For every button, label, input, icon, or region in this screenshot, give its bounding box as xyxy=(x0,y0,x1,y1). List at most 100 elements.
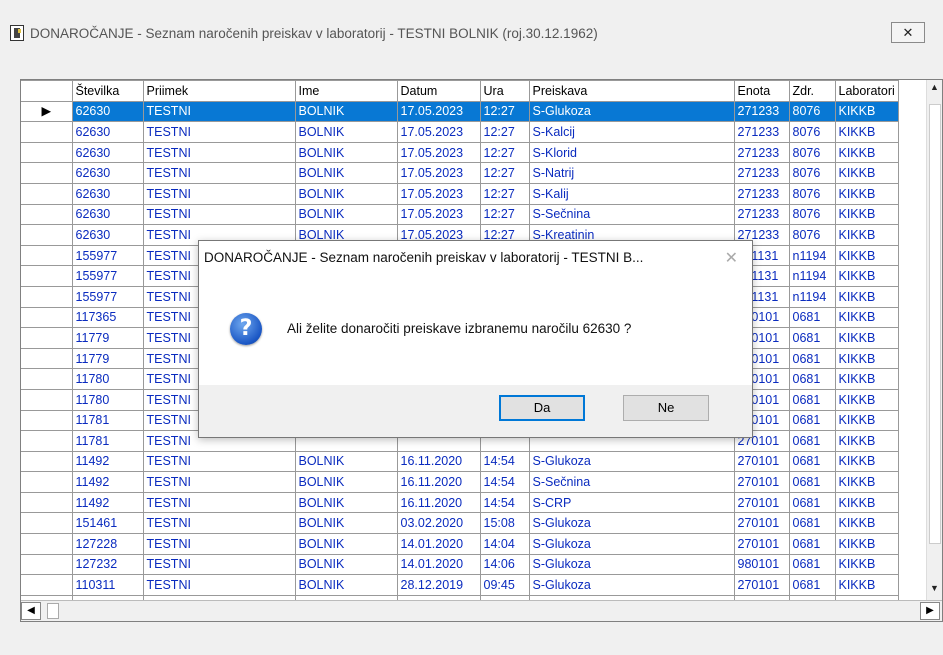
column-header[interactable]: Zdr. xyxy=(788,80,836,102)
table-cell: 11780 xyxy=(71,388,144,411)
table-cell: KIKKB xyxy=(834,553,899,576)
scroll-up-icon[interactable]: ▲ xyxy=(930,82,939,92)
horizontal-scroll-thumb[interactable] xyxy=(47,603,59,619)
column-header[interactable]: Številka xyxy=(71,80,144,102)
table-cell: 14.01.2020 xyxy=(396,553,481,576)
table-cell: 62630 xyxy=(71,100,144,123)
table-cell: 15:08 xyxy=(479,512,530,535)
table-cell: KIKKB xyxy=(834,388,899,411)
table-cell: KIKKB xyxy=(834,574,899,596)
table-cell: 8076 xyxy=(788,182,836,205)
table-cell: 14:06 xyxy=(479,553,530,576)
table-cell: BOLNIK xyxy=(294,203,398,226)
row-indicator xyxy=(21,285,73,308)
window-close-button[interactable]: ✕ xyxy=(891,22,925,43)
table-cell: KIKKB xyxy=(834,141,899,164)
table-cell: 8076 xyxy=(788,224,836,246)
table-row[interactable]: 127232 TESTNI BOLNIK 14.01.2020 14:06 S-Gluko… xyxy=(21,553,899,576)
table-cell: 17.05.2023 xyxy=(396,141,481,164)
column-header[interactable]: Ime xyxy=(294,80,398,102)
table-row[interactable]: 11492 TESTNI BOLNIK 16.11.2020 14:54 S-Sečnin… xyxy=(21,471,899,493)
table-cell: 11779 xyxy=(71,327,144,349)
table-cell: KIKKB xyxy=(834,512,899,535)
table-cell: BOLNIK xyxy=(294,512,398,535)
table-cell: KIKKB xyxy=(834,533,899,555)
table-cell: 0681 xyxy=(788,533,836,555)
scroll-down-icon[interactable]: ▼ xyxy=(930,583,939,593)
table-cell: TESTNI xyxy=(142,203,296,226)
table-cell: BOLNIK xyxy=(294,471,398,493)
table-cell: 16.11.2020 xyxy=(396,491,481,514)
table-row[interactable]: 62630 TESTNI BOLNIK 17.05.2023 12:27 S-Kalij 2… xyxy=(21,182,899,205)
table-row[interactable]: 62630 TESTNI BOLNIK 17.05.2023 12:27 S-Natrij… xyxy=(21,162,899,184)
table-cell: BOLNIK xyxy=(294,574,398,596)
column-header[interactable]: Priimek xyxy=(142,80,296,102)
scroll-left-button[interactable]: ◀ xyxy=(21,602,41,620)
row-indicator xyxy=(21,409,73,432)
table-row[interactable]: 62630 TESTNI BOLNIK 17.05.2023 12:27 S-Sečnin… xyxy=(21,203,899,226)
dialog-button-bar: Da Ne xyxy=(199,385,752,437)
table-cell: S-Glukoza xyxy=(528,450,735,473)
table-cell: 62630 xyxy=(71,224,144,246)
table-cell: 155977 xyxy=(71,265,144,287)
table-cell: 14.01.2020 xyxy=(396,533,481,555)
yes-button[interactable]: Da xyxy=(499,395,585,421)
table-cell: 09:45 xyxy=(479,574,530,596)
table-cell: 270101 xyxy=(733,574,790,596)
scroll-right-button[interactable]: ▶ xyxy=(920,602,940,620)
table-cell: KIKKB xyxy=(834,306,899,329)
table-row[interactable]: 11492 TESTNI BOLNIK 16.11.2020 14:54 S-Glukoz… xyxy=(21,450,899,473)
table-cell: 17.05.2023 xyxy=(396,162,481,184)
table-cell: 14:54 xyxy=(479,471,530,493)
dialog-close-icon[interactable]: ✕ xyxy=(725,248,738,268)
table-row[interactable]: 62630 TESTNI BOLNIK 17.05.2023 12:27 S-Klorid… xyxy=(21,141,899,164)
table-cell: 0681 xyxy=(788,512,836,535)
table-cell: 0681 xyxy=(788,430,836,452)
row-indicator xyxy=(21,491,73,514)
table-cell: 8076 xyxy=(788,162,836,184)
table-row[interactable]: 110311 TESTNI BOLNIK 28.12.2019 09:45 S-Gluko… xyxy=(21,574,899,596)
table-row[interactable]: 11492 TESTNI BOLNIK 16.11.2020 14:54 S-CRP 270… xyxy=(21,491,899,514)
horizontal-scrollbar[interactable]: ◀ ▶ xyxy=(21,600,942,621)
table-cell: KIKKB xyxy=(834,430,899,452)
table-cell: 16.11.2020 xyxy=(396,471,481,493)
window-title: DONAROČANJE - Seznam naročenih preiskav … xyxy=(30,26,598,41)
table-cell: TESTNI xyxy=(142,141,296,164)
column-header[interactable]: Ura xyxy=(479,80,530,102)
column-header[interactable]: Enota xyxy=(733,80,790,102)
vertical-scrollbar[interactable]: ▲ ▼ xyxy=(926,80,942,600)
table-cell: 12:27 xyxy=(479,141,530,164)
table-cell: KIKKB xyxy=(834,491,899,514)
table-cell: 980101 xyxy=(733,553,790,576)
table-cell: 62630 xyxy=(71,141,144,164)
row-indicator xyxy=(21,121,73,143)
column-header[interactable]: Preiskava xyxy=(528,80,735,102)
column-header[interactable]: Laboratori xyxy=(834,80,899,102)
table-cell: 11492 xyxy=(71,471,144,493)
table-row[interactable]: 62630 TESTNI BOLNIK 17.05.2023 12:27 S-Kalcij… xyxy=(21,121,899,143)
table-cell: 151461 xyxy=(71,512,144,535)
table-cell: TESTNI xyxy=(142,574,296,596)
table-cell: 12:27 xyxy=(479,121,530,143)
row-indicator xyxy=(21,224,73,246)
row-indicator xyxy=(21,512,73,535)
row-indicator xyxy=(21,327,73,349)
table-row[interactable]: ▶ 62630 TESTNI BOLNIK 17.05.2023 12:27 S-Gluko… xyxy=(21,100,899,123)
table-cell: 270101 xyxy=(733,512,790,535)
table-cell: 11780 xyxy=(71,368,144,390)
table-cell: TESTNI xyxy=(142,121,296,143)
table-cell: 0681 xyxy=(788,409,836,432)
table-cell: TESTNI xyxy=(142,471,296,493)
table-cell: 14:04 xyxy=(479,533,530,555)
table-cell: S-Sečnina xyxy=(528,471,735,493)
table-cell: 271233 xyxy=(733,182,790,205)
no-button[interactable]: Ne xyxy=(623,395,709,421)
table-cell: KIKKB xyxy=(834,182,899,205)
table-row[interactable]: 151461 TESTNI BOLNIK 03.02.2020 15:08 S-Gluko… xyxy=(21,512,899,535)
dialog-title: DONAROČANJE - Seznam naročenih preiskav … xyxy=(204,250,644,265)
table-row[interactable]: 127228 TESTNI BOLNIK 14.01.2020 14:04 S-Gluko… xyxy=(21,533,899,555)
table-cell: KIKKB xyxy=(834,327,899,349)
table-cell: 16.11.2020 xyxy=(396,450,481,473)
column-header[interactable]: Datum xyxy=(396,80,481,102)
vertical-scroll-thumb[interactable] xyxy=(929,104,941,544)
